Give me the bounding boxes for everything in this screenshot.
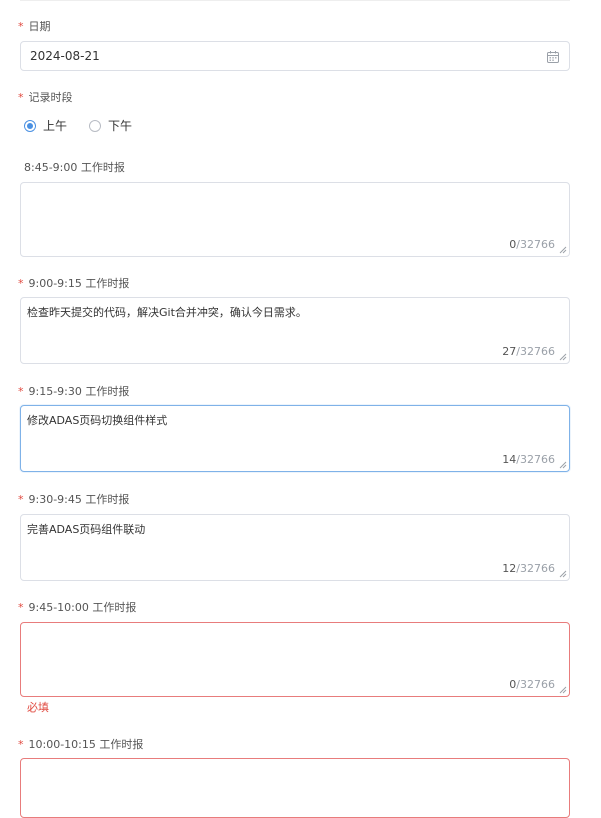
date-label: * 日期 <box>18 19 51 35</box>
report-label-text: 9:15-9:30 工作时报 <box>28 385 130 398</box>
char-counter: 0/32766 <box>509 238 555 251</box>
period-label-text: 记录时段 <box>28 91 73 104</box>
report-textarea-0930[interactable]: 完善ADAS页码组件联动 12/32766 <box>20 514 570 581</box>
resize-grip-icon[interactable] <box>559 353 567 361</box>
report-label-1000: * 10:00-10:15 工作时报 <box>18 737 143 753</box>
required-star: * <box>18 20 24 33</box>
report-textarea-0900[interactable]: 检查昨天提交的代码，解决Git合并冲突，确认今日需求。 27/32766 <box>20 297 570 364</box>
calendar-icon[interactable] <box>546 50 560 64</box>
report-text: 完善ADAS页码组件联动 <box>27 523 146 536</box>
char-counter: 27/32766 <box>502 345 555 358</box>
period-label: * 记录时段 <box>18 90 73 106</box>
date-value: 2024-08-21 <box>30 49 100 63</box>
required-star: * <box>18 493 24 506</box>
report-textarea-0945[interactable]: 0/32766 <box>20 622 570 697</box>
report-label-text: 8:45-9:00 工作时报 <box>24 161 125 174</box>
resize-grip-icon[interactable] <box>559 570 567 578</box>
required-star: * <box>18 277 24 290</box>
report-label-text: 10:00-10:15 工作时报 <box>28 738 144 751</box>
report-label-0845: 8:45-9:00 工作时报 <box>24 160 125 176</box>
required-error-message: 必填 <box>27 701 49 714</box>
required-star: * <box>18 601 24 614</box>
resize-grip-icon[interactable] <box>559 686 567 694</box>
report-text: 检查昨天提交的代码，解决Git合并冲突，确认今日需求。 <box>27 306 307 319</box>
report-textarea-0915[interactable]: 修改ADAS页码切换组件样式 14/32766 <box>20 405 570 472</box>
char-counter: 12/32766 <box>502 562 555 575</box>
radio-checked-icon <box>24 120 36 132</box>
radio-afternoon-label: 下午 <box>108 119 133 133</box>
date-input[interactable]: 2024-08-21 <box>20 41 570 71</box>
date-label-text: 日期 <box>28 20 51 33</box>
radio-morning-label: 上午 <box>43 119 68 133</box>
char-counter: 14/32766 <box>502 453 555 466</box>
required-star: * <box>18 91 24 104</box>
report-label-text: 9:00-9:15 工作时报 <box>28 277 130 290</box>
report-text: 修改ADAS页码切换组件样式 <box>27 414 168 427</box>
resize-grip-icon[interactable] <box>559 461 567 469</box>
report-label-text: 9:30-9:45 工作时报 <box>28 493 130 506</box>
report-textarea-1000[interactable] <box>20 758 570 818</box>
resize-grip-icon[interactable] <box>559 246 567 254</box>
report-label-0915: * 9:15-9:30 工作时报 <box>18 384 129 400</box>
char-counter: 0/32766 <box>509 678 555 691</box>
required-star: * <box>18 738 24 751</box>
report-label-0930: * 9:30-9:45 工作时报 <box>18 492 129 508</box>
report-label-0945: * 9:45-10:00 工作时报 <box>18 600 136 616</box>
report-label-text: 9:45-10:00 工作时报 <box>28 601 137 614</box>
report-label-0900: * 9:00-9:15 工作时报 <box>18 276 129 292</box>
report-textarea-0845[interactable]: 0/32766 <box>20 182 570 257</box>
top-divider <box>20 0 570 1</box>
radio-unchecked-icon <box>89 120 101 132</box>
required-star: * <box>18 385 24 398</box>
